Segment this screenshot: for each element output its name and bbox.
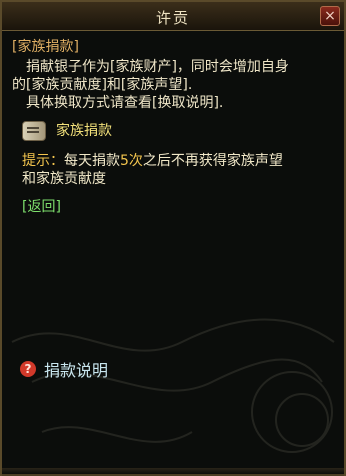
return-link[interactable]: [返回] <box>22 198 61 216</box>
donate-help-link[interactable]: ? 捐款说明 <box>20 358 220 380</box>
background-decoration <box>2 302 344 476</box>
npc-dialog-window: 许贡 × [家族捐款] 捐献银子作为[家族财产]，同时会增加自身 的[家族贡献度… <box>0 0 346 476</box>
close-button[interactable]: × <box>320 6 340 26</box>
hint-label: 提示： <box>22 153 64 169</box>
window-bottom-border <box>2 468 344 474</box>
question-mark-icon: ? <box>20 361 36 377</box>
window-title: 许贡 <box>155 9 190 27</box>
hint-count: 5次 <box>120 153 143 169</box>
scroll-icon <box>22 121 46 141</box>
donate-action[interactable]: 家族捐款 <box>22 120 322 142</box>
description-line-2: 的[家族贡献度]和[家族声望]. <box>12 77 193 93</box>
hint-line-2: 和家族贡献度 <box>22 171 106 187</box>
header-tag: [家族捐款] <box>12 39 79 55</box>
description: 捐献银子作为[家族财产]，同时会增加自身 的[家族贡献度]和[家族声望]. 具体… <box>12 58 334 112</box>
hint-after-count: 之后不再获得家族声望 <box>142 153 283 169</box>
hint-before-count: 每天捐款 <box>64 153 120 169</box>
description-line-3: 具体换取方式请查看[换取说明]. <box>26 95 224 111</box>
donate-action-label: 家族捐款 <box>56 123 112 139</box>
donate-help-label: 捐款说明 <box>44 361 109 380</box>
window-titlebar: 许贡 × <box>2 2 344 31</box>
description-line-1: 捐献银子作为[家族财产]，同时会增加自身 <box>26 59 289 75</box>
hint-text: 提示：每天捐款5次之后不再获得家族声望 和家族贡献度 <box>22 152 327 188</box>
